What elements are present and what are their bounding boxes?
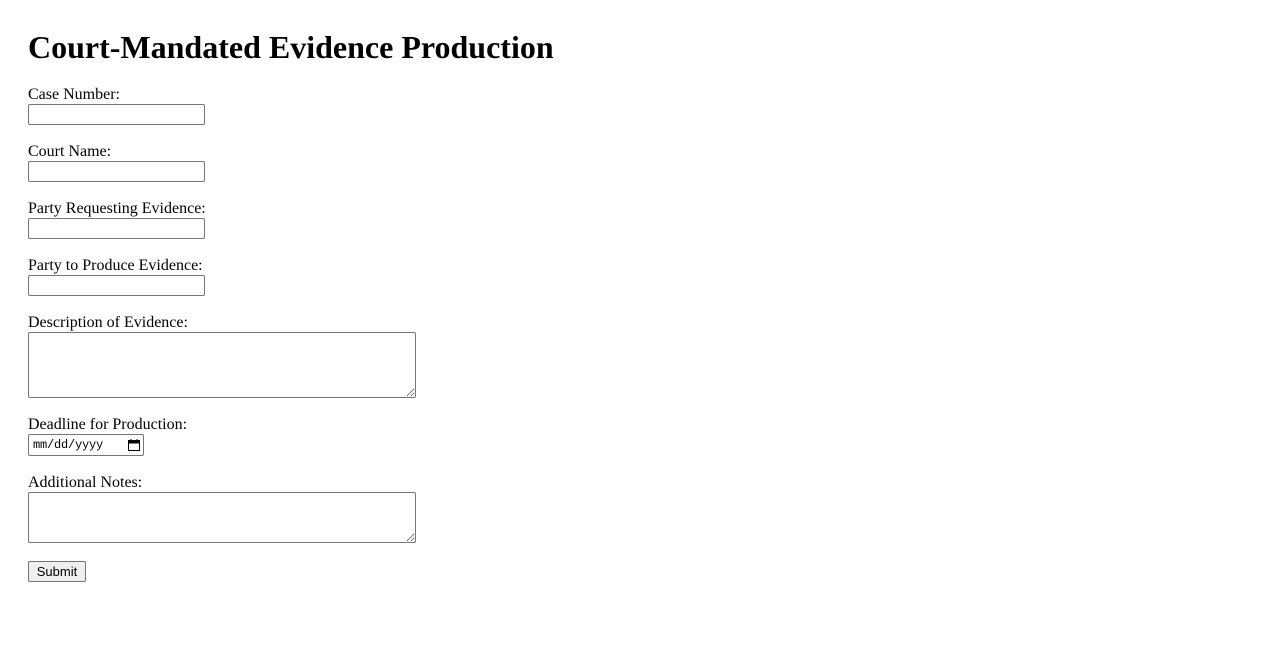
description-textarea[interactable]: [28, 332, 416, 398]
court-name-label: Court Name:: [28, 143, 112, 160]
submit-button[interactable]: Submit: [28, 561, 86, 582]
notes-textarea[interactable]: [28, 492, 416, 543]
party-requesting-input[interactable]: [28, 218, 205, 239]
party-requesting-label: Party Requesting Evidence:: [28, 200, 206, 217]
deadline-date-input[interactable]: mm/dd/yyyy: [28, 434, 144, 456]
deadline-label: Deadline for Production:: [28, 416, 188, 433]
court-name-input[interactable]: [28, 161, 205, 182]
party-to-produce-label: Party to Produce Evidence:: [28, 257, 203, 274]
calendar-icon[interactable]: [128, 439, 140, 451]
party-to-produce-input[interactable]: [28, 275, 205, 296]
case-number-label: Case Number:: [28, 86, 120, 103]
notes-label: Additional Notes:: [28, 474, 143, 491]
description-label: Description of Evidence:: [28, 314, 188, 331]
page-title: Court-Mandated Evidence Production: [28, 29, 554, 65]
deadline-date-placeholder[interactable]: mm/dd/yyyy: [33, 438, 103, 452]
case-number-input[interactable]: [28, 104, 205, 125]
